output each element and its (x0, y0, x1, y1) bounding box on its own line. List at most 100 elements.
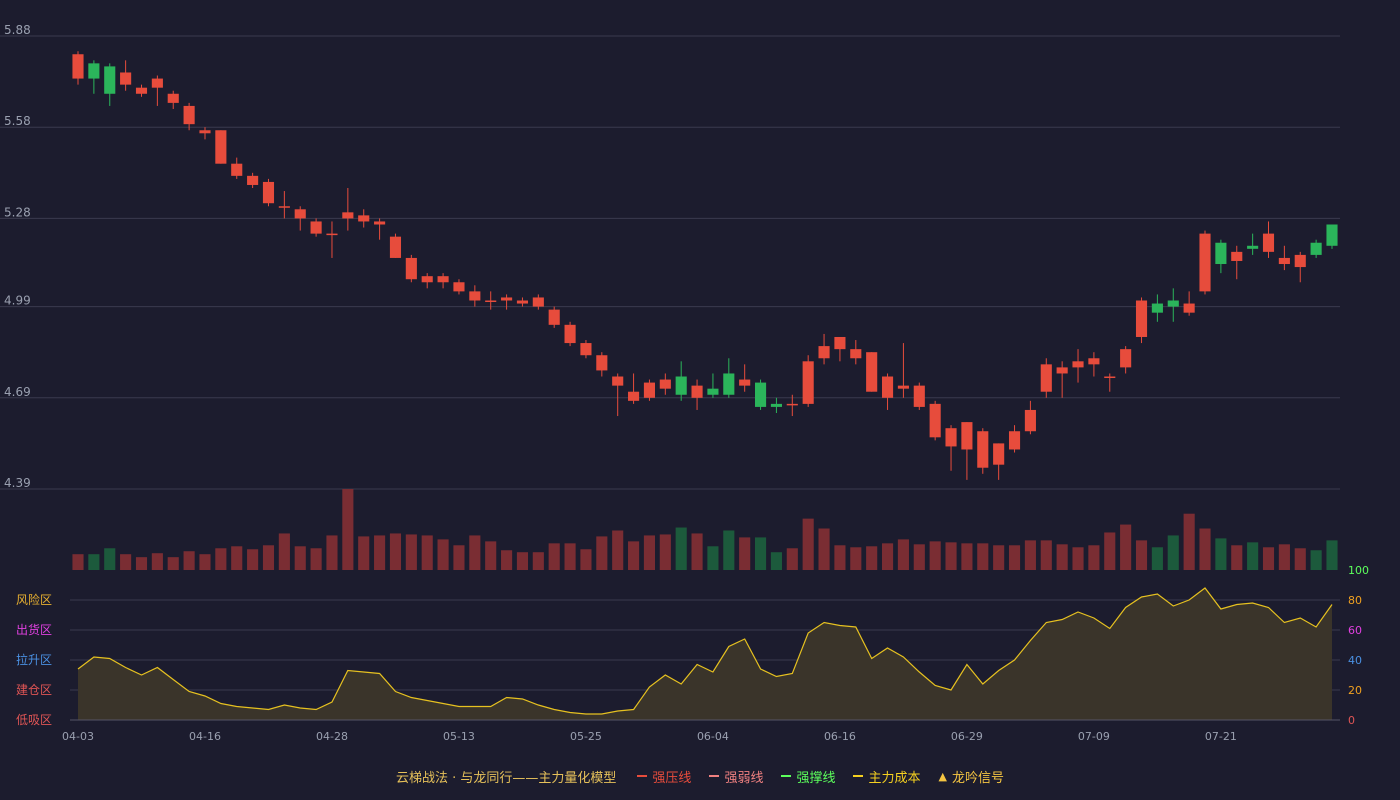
volume-bar (659, 534, 671, 570)
candle-body (961, 422, 973, 450)
legend-label-strong-pressure: 强压线 (652, 770, 692, 786)
volume-bar (929, 541, 941, 570)
price-tick-label: 5.88 (4, 23, 31, 37)
candle-body (1104, 376, 1116, 379)
price-tick-label: 4.99 (4, 294, 31, 308)
legend-swatch-strong-pressure (637, 775, 648, 777)
candle-body (548, 309, 560, 325)
volume-bar (580, 549, 592, 570)
candle-body (135, 87, 148, 94)
chart-area: 5.88 5.58 5.28 4.99 4.69 4.39 100 80 60 40 20 0 风险区出… (0, 0, 1400, 800)
candle-body (374, 221, 386, 225)
candle-body (1294, 254, 1306, 268)
candle-body (104, 66, 116, 94)
candle-body (770, 403, 782, 407)
candle-body (913, 385, 925, 407)
legend-item-strength-line[interactable]: 强弱线 (709, 767, 763, 786)
volume-bar (88, 554, 100, 570)
candle-body (707, 388, 719, 395)
volume-bar (993, 545, 1005, 570)
candle-body (881, 376, 894, 398)
volume-bar (1326, 540, 1338, 570)
candle-body (1120, 349, 1132, 368)
volume-bar (755, 537, 767, 570)
volume-bar (215, 548, 227, 570)
price-tick-label: 4.39 (4, 476, 31, 490)
candle-body (262, 181, 275, 204)
candle-body (596, 355, 608, 371)
candle-body (977, 431, 989, 468)
candle-body (1088, 358, 1100, 365)
legend-label-strong-support: 强撑线 (796, 770, 836, 786)
volume-bar (342, 489, 354, 570)
candle-body (469, 291, 481, 301)
volume-bar (1072, 547, 1084, 570)
volume-bar (977, 543, 989, 570)
volume-bar (310, 548, 322, 570)
candle-body (215, 130, 227, 164)
candle-body (1247, 245, 1259, 249)
candle-body (294, 209, 306, 219)
volume-bar (120, 554, 132, 570)
volume-bar (945, 542, 957, 570)
candle-body (643, 382, 655, 398)
volume-bar (1215, 538, 1227, 570)
candle-body (151, 78, 163, 88)
candle-body (1278, 257, 1290, 265)
legend-item-main-cost[interactable]: 主力成本 (853, 767, 920, 786)
x-tick-label: 06-29 (951, 730, 983, 743)
candle-body (739, 379, 751, 386)
volume-bar (326, 535, 338, 570)
volume-bar (167, 557, 179, 570)
volume-bar (358, 536, 370, 570)
osc-tick-label: 40 (1348, 654, 1362, 667)
volume-bar (643, 535, 655, 570)
candle-body (929, 403, 941, 438)
legend-item-dragon-signal[interactable]: ▲ 龙吟信号 (938, 767, 1003, 786)
candle-body (580, 343, 592, 356)
volume-bar (1294, 548, 1306, 570)
osc-area (78, 588, 1332, 720)
volume-bar (739, 537, 751, 570)
legend-item-strong-pressure[interactable]: 强压线 (637, 767, 691, 786)
zone-label: 风险区 (16, 592, 52, 607)
volume-bar (231, 546, 243, 570)
price-tick-label: 5.58 (4, 114, 31, 128)
volume-bar (421, 535, 433, 570)
x-tick-label: 06-16 (824, 730, 856, 743)
candle-body (1135, 300, 1148, 337)
volume-bar (564, 543, 576, 570)
x-tick-label: 05-25 (570, 730, 602, 743)
osc-tick-label: 100 (1348, 564, 1369, 577)
candle-body (421, 276, 433, 283)
x-tick-label: 06-04 (697, 730, 729, 743)
volume-bar (786, 548, 798, 570)
candle-body (389, 236, 402, 258)
volume-bar (691, 533, 703, 570)
volume-bar (1024, 540, 1036, 570)
x-tick-label: 07-21 (1205, 730, 1237, 743)
osc-tick-label: 60 (1348, 624, 1362, 637)
volume-bar (1278, 544, 1290, 570)
candle-body (564, 324, 576, 344)
volume-bar (1088, 545, 1100, 570)
volume-bar (675, 527, 687, 570)
legend-label-strength-line: 强弱线 (724, 770, 764, 786)
candle-body (1040, 364, 1052, 392)
volume-bar (453, 545, 465, 570)
candle-body (326, 233, 338, 236)
volume-bar (834, 545, 846, 570)
osc-tick-label: 0 (1348, 714, 1355, 727)
legend-item-strong-support[interactable]: 强撑线 (781, 767, 835, 786)
chart-legend: 云梯战法 · 与龙同行——主力量化模型 强压线 强弱线 强撑线 主力成本 ▲ 龙… (0, 766, 1400, 786)
legend-swatch-main-cost (853, 775, 864, 777)
candle-body (834, 336, 846, 350)
osc-tick-label: 80 (1348, 594, 1362, 607)
candle-body (691, 385, 703, 398)
volume-bar (1040, 540, 1052, 570)
volume-bar (850, 547, 862, 570)
candle-body (1056, 367, 1068, 374)
volume-bar (1231, 545, 1243, 570)
volume-bar (247, 549, 259, 570)
candle-body (802, 361, 814, 404)
